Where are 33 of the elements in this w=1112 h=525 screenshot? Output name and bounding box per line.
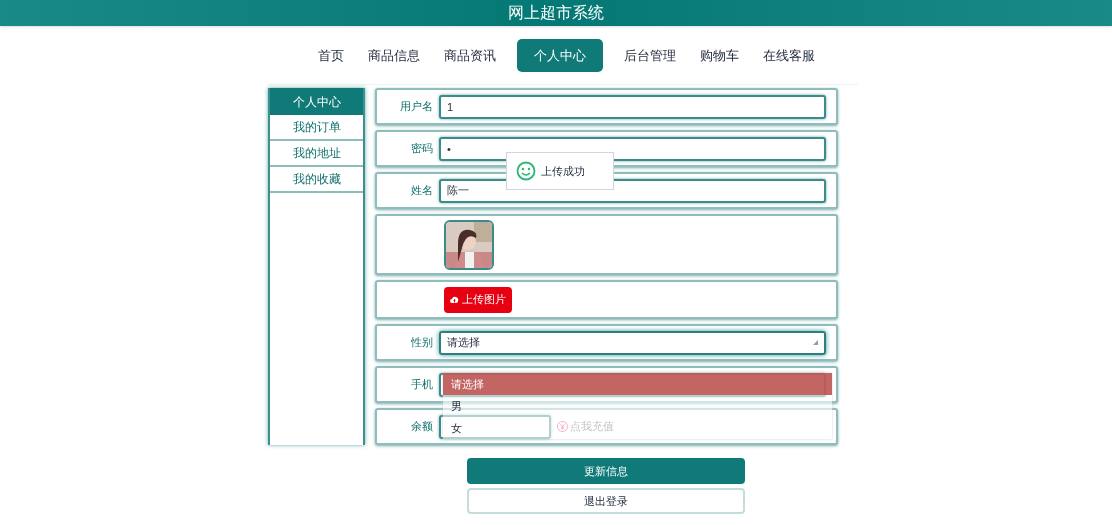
yen-icon (557, 421, 568, 432)
field-label: 用户名 (399, 99, 434, 115)
field-label: 性别 (410, 335, 434, 351)
dropdown-option[interactable]: 女 (443, 417, 533, 439)
field-label: 姓名 (410, 183, 434, 199)
input-field[interactable]: • (439, 136, 826, 161)
nav-tab[interactable]: 个人中心 (516, 39, 603, 72)
dropdown-arrow-icon (813, 340, 818, 345)
sidebar-item[interactable]: 我的订单 (270, 115, 363, 141)
input-field[interactable] (439, 414, 551, 439)
select-field[interactable]: 请选择 (439, 330, 826, 355)
field-label: 余额 (410, 419, 434, 435)
cloud-upload-icon (450, 296, 459, 303)
field-label: 密码 (410, 141, 434, 157)
field-label: 手机 (410, 377, 434, 393)
nav-tab[interactable]: 购物车 (696, 39, 742, 72)
update-button[interactable]: 更新信息 (467, 458, 745, 484)
dropdown-option[interactable]: 男 (443, 395, 533, 417)
sidebar-item[interactable]: 我的收藏 (270, 167, 363, 193)
sidebar-item[interactable]: 个人中心 (270, 88, 363, 115)
logout-button[interactable]: 退出登录 (467, 488, 745, 514)
dropdown-option[interactable]: 请选择 (443, 373, 832, 395)
upload-button[interactable]: 上传图片 (444, 286, 512, 313)
nav-tab[interactable]: 在线客服 (759, 39, 818, 72)
site-title: 网上超市系统 (508, 2, 604, 24)
smiley-icon (516, 161, 536, 181)
nav-tab[interactable]: 首页 (314, 39, 347, 72)
input-field[interactable]: 1 (439, 94, 826, 119)
nav-tab[interactable]: 后台管理 (620, 39, 679, 72)
toast-message: 上传成功 (541, 163, 585, 179)
nav-tab[interactable]: 商品信息 (364, 39, 423, 72)
nav-tab[interactable]: 商品资讯 (440, 39, 499, 72)
sidebar-item[interactable]: 我的地址 (270, 141, 363, 167)
